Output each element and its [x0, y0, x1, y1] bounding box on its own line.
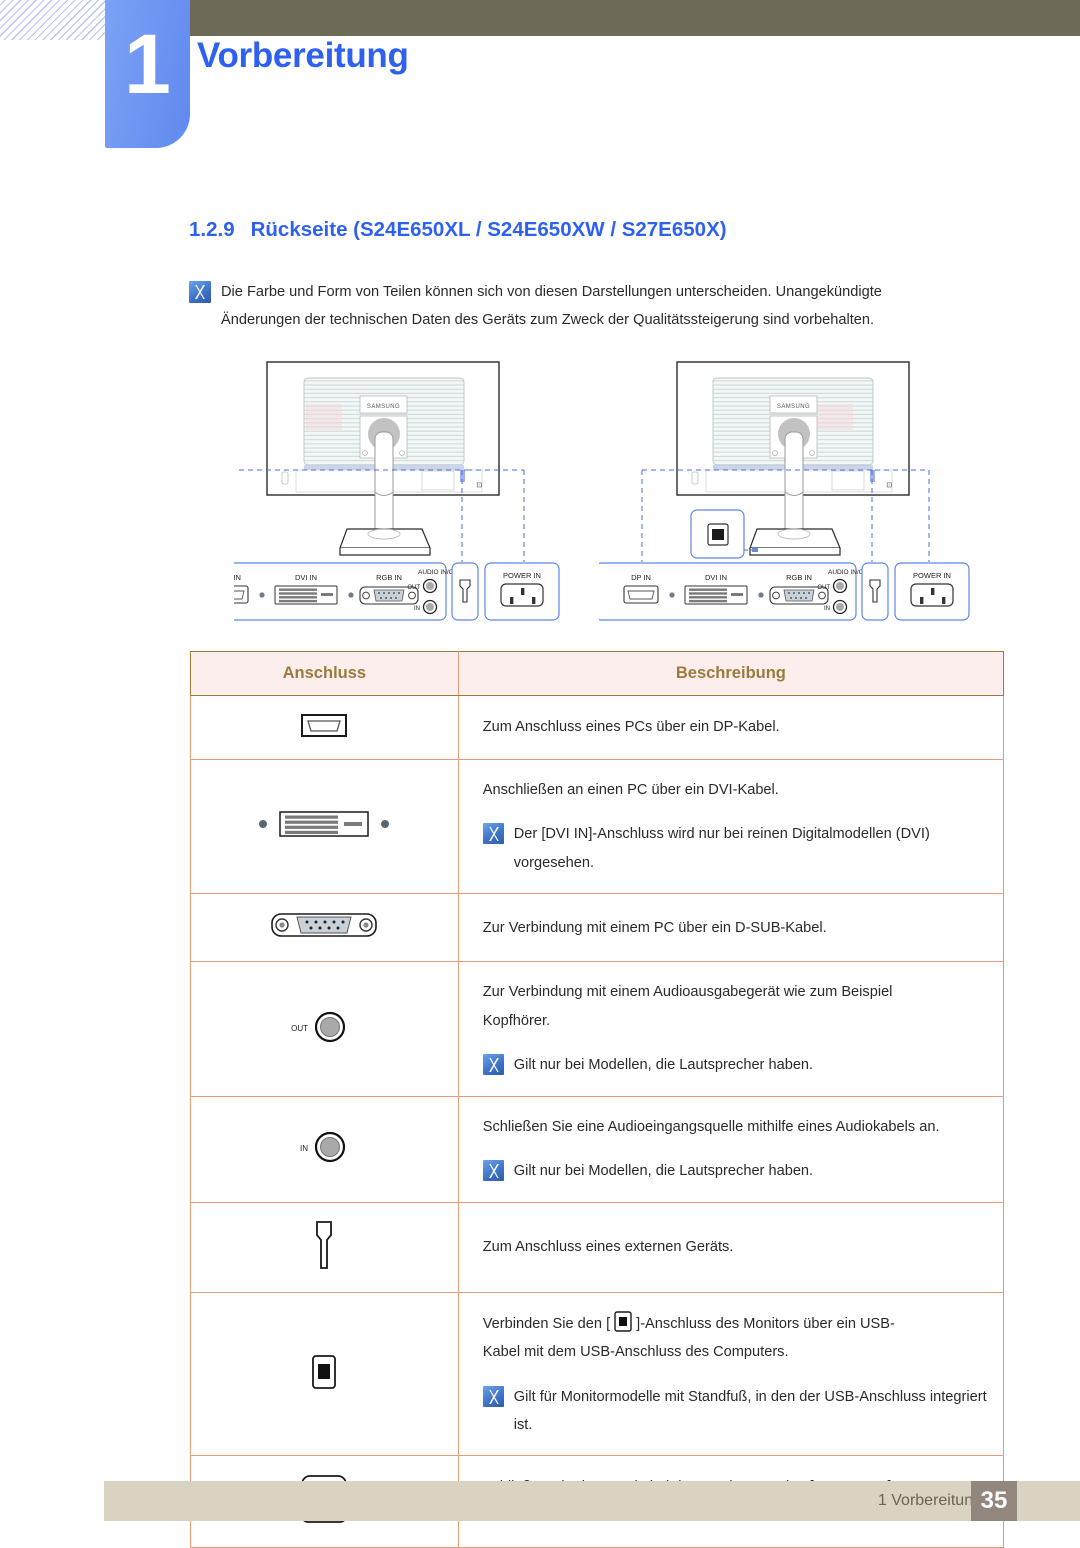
icon-cell-dsub [190, 893, 459, 963]
desc-cell-kensington: Zum Anschluss eines externen Geräts. [457, 1201, 1005, 1293]
port-label-audio-in-right: IN [824, 606, 830, 612]
inline-note: Der [DVI IN]-Anschluss wird nur bei rein… [482, 820, 987, 877]
inline-note: Gilt nur bei Modellen, die Lautsprecher … [482, 1157, 987, 1185]
chapter-number: 1 [124, 17, 171, 111]
monitor-diagrams: SAMSUNG ⊡ IN DVI IN RGB IN AUDIO IN/OUT … [189, 352, 1004, 637]
note-pencil-icon [482, 1385, 504, 1407]
kensington-marker-right: ⊡ [885, 482, 892, 488]
usb-text-pre: Verbinden Sie den [ [482, 1315, 611, 1332]
connector-table: Anschluss Beschreibung Zum Anschluss ein… [190, 651, 1005, 1548]
dvi-icon [259, 811, 390, 837]
section-title: Rückseite (S24E650XL / S24E650XW / S27E6… [250, 218, 727, 241]
table-row: IN Schließen Sie eine Audioeingangsquell… [190, 1095, 1005, 1203]
icon-cell-audio-in: IN [190, 1095, 459, 1203]
port-label-rgb-in-left: RGB IN [376, 573, 402, 582]
page-number-box: 35 [971, 1481, 1017, 1521]
dsub-vga-icon [271, 913, 378, 938]
table-row: Zum Anschluss eines PCs über ein DP-Kabe… [190, 695, 1005, 760]
desc-cell-usb: Verbinden Sie den [ ]-Anschluss des Monit… [457, 1291, 1005, 1457]
top-note-line-2: Änderungen der technischen Daten des Ger… [221, 312, 875, 329]
section-heading: 1.2.9 Rückseite (S24E650XL / S24E650XW / … [189, 218, 727, 242]
table-header-anschluss: Anschluss [190, 651, 459, 696]
table-row: OUT Zur Verbindung mit einem Audioausgab… [190, 961, 1005, 1097]
port-label-dvi-in-left: DVI IN [295, 573, 317, 582]
note-pencil-icon [482, 1054, 504, 1076]
desc-line-usb-2: Kabel mit dem USB-Anschluss des Computer… [482, 1344, 789, 1361]
section-number: 1.2.9 [189, 218, 235, 241]
inline-note-text: Gilt für Monitormodelle mit Standfuß, in… [513, 1388, 987, 1433]
icon-cell-dvi [190, 758, 459, 895]
kensington-lock-icon [316, 1220, 333, 1269]
inline-note: Gilt für Monitormodelle mit Standfuß, in… [482, 1383, 987, 1440]
port-label-audio-in-left: IN [414, 606, 420, 612]
table-row: Zum Anschluss eines externen Geräts. [190, 1201, 1005, 1293]
desc-cell-audio-out: Zur Verbindung mit einem Audioausgabeger… [457, 961, 1005, 1097]
inline-note-text: Gilt nur bei Modellen, die Lautsprecher … [513, 1057, 814, 1074]
desc-line: Kopfhörer. [482, 1012, 551, 1029]
port-label-dvi-in-right: DVI IN [705, 573, 727, 582]
port-label-audio-out-left: OUT [407, 585, 420, 591]
footer-label: 1 Vorbereitung [877, 1492, 982, 1509]
icon-cell-kensington [190, 1201, 459, 1293]
monitor-brand-label-left: SAMSUNG [367, 404, 400, 410]
icon-cell-usb [190, 1291, 459, 1457]
desc-line: Zur Verbindung mit einem PC über ein D-S… [482, 919, 827, 936]
table-header-row: Anschluss Beschreibung [190, 651, 1004, 696]
desc-cell-dvi: Anschließen an einen PC über ein DVI-Kab… [457, 758, 1005, 895]
icon-cell-audio-out: OUT [190, 961, 459, 1097]
top-note: Die Farbe und Form von Teilen können sic… [189, 278, 1004, 335]
table-row: Zur Verbindung mit einem PC über ein D-S… [190, 893, 1005, 963]
port-label-rgb-in-right: RGB IN [786, 573, 812, 582]
table-row: Verbinden Sie den [ ]-Anschluss des Monit… [190, 1291, 1005, 1457]
note-pencil-icon [482, 823, 504, 845]
monitor-brand-label-right: SAMSUNG [777, 404, 810, 410]
desc-line: Zum Anschluss eines externen Geräts. [482, 1238, 734, 1255]
audio-in-label: IN [300, 1144, 308, 1153]
note-pencil-icon [482, 1160, 504, 1182]
desc-line: Anschließen an einen PC über ein DVI-Kab… [482, 782, 779, 798]
usb-b-icon [312, 1354, 337, 1389]
table-header-beschreibung: Beschreibung [457, 651, 1004, 696]
desc-line: Zur Verbindung mit einem Audioausgabeger… [482, 984, 893, 1001]
port-label-power-in-left: POWER IN [503, 571, 541, 580]
inline-note-text: Der [DVI IN]-Anschluss wird nur bei rein… [513, 826, 930, 871]
top-note-line-1: Die Farbe und Form von Teilen können sic… [221, 284, 882, 300]
icon-cell-displayport [190, 695, 459, 760]
desc-cell-displayport: Zum Anschluss eines PCs über ein DP-Kabe… [457, 695, 1005, 760]
kensington-marker-left: ⊡ [475, 482, 482, 488]
port-label-dp-in-left: DP IN [234, 573, 241, 582]
audio-out-label: OUT [291, 1024, 308, 1033]
monitor-diagram-left: SAMSUNG ⊡ IN DVI IN RGB IN AUDIO IN/OUT … [234, 352, 589, 637]
diagonal-stripe-decoration [0, 0, 106, 40]
table-row: Anschließen an einen PC über ein DVI-Kab… [190, 758, 1005, 895]
monitor-rear-illustration-right: SAMSUNG ⊡ DP IN DVI IN RGB IN AUDIO IN/O… [599, 361, 970, 621]
top-note-text: Die Farbe und Form von Teilen können sic… [221, 278, 882, 335]
inline-note-text: Gilt nur bei Modellen, die Lautsprecher … [513, 1163, 814, 1180]
monitor-diagram-right: SAMSUNG ⊡ DP IN DVI IN RGB IN AUDIO IN/O… [599, 352, 999, 637]
port-label-power-in-right: POWER IN [913, 571, 951, 580]
note-pencil-icon [189, 281, 211, 303]
chapter-title: Vorbereitung [197, 36, 409, 75]
desc-cell-audio-in: Schließen Sie eine Audioeingangsquelle m… [457, 1095, 1005, 1203]
audio-out-jack-icon: OUT [291, 1011, 346, 1042]
desc-line: Zum Anschluss eines PCs über ein DP-Kabe… [482, 719, 780, 736]
displayport-icon [301, 714, 348, 737]
port-label-audio-out-right: OUT [817, 585, 830, 591]
usb-text-post: ]-Anschluss des Monitors über ein USB- [636, 1315, 895, 1332]
monitor-rear-illustration-left: SAMSUNG ⊡ IN DVI IN RGB IN AUDIO IN/OUT … [234, 361, 560, 621]
desc-line: Schließen Sie eine Audioeingangsquelle m… [482, 1118, 940, 1135]
usb-b-inline-icon [614, 1310, 632, 1332]
header-olive-bar [190, 0, 1080, 36]
chapter-tab: 1 [105, 0, 190, 148]
port-label-dp-in-right: DP IN [631, 573, 651, 582]
desc-cell-dsub: Zur Verbindung mit einem PC über ein D-S… [457, 893, 1005, 963]
desc-line-usb-1: Verbinden Sie den [ ]-Anschluss des Monit… [483, 1309, 987, 1338]
inline-note: Gilt nur bei Modellen, die Lautsprecher … [482, 1051, 987, 1079]
audio-in-jack-icon: IN [300, 1131, 346, 1162]
